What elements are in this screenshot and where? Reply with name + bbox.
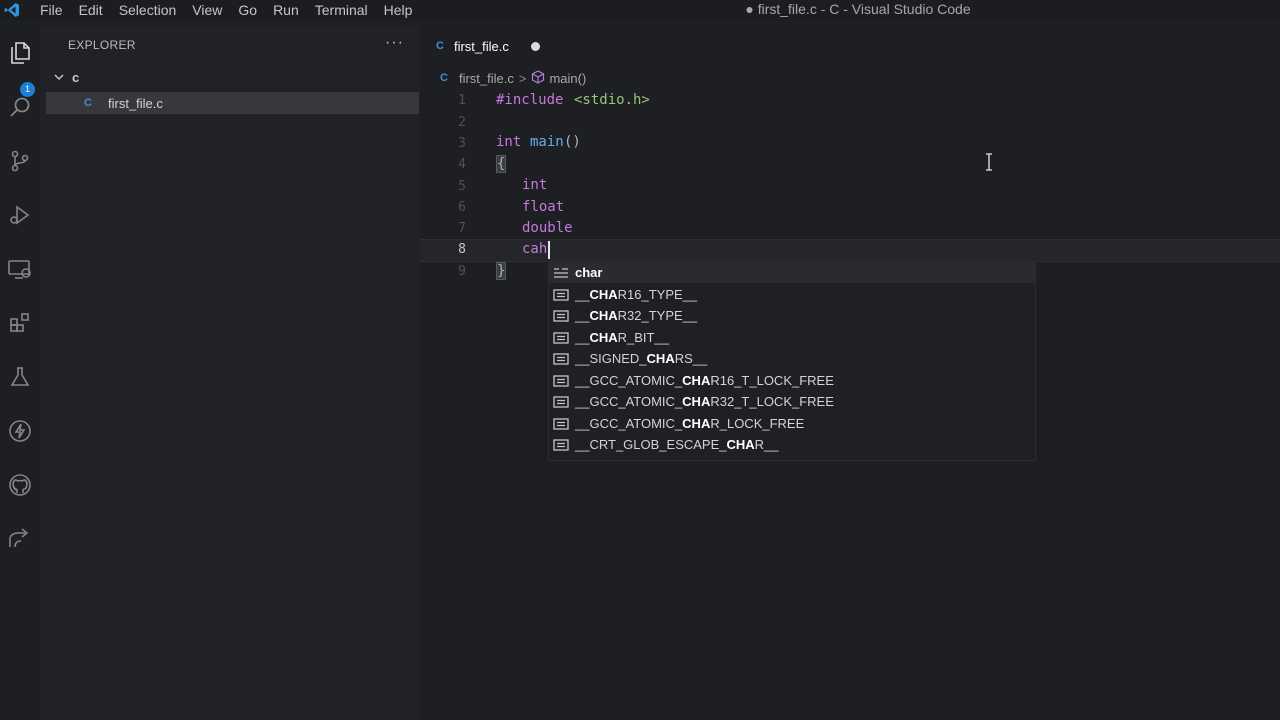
constant-icon (553, 438, 569, 451)
unsaved-dot-icon[interactable] (530, 41, 540, 51)
suggestion-suffix: R16_TYPE__ (617, 287, 698, 302)
code-close-brace: } (495, 262, 507, 280)
c-file-icon: C (436, 40, 444, 52)
code-include-header: <stdio.h> (574, 92, 650, 108)
run-debug-icon[interactable] (5, 200, 35, 230)
code-open-brace: { (495, 155, 507, 173)
folder-row[interactable]: c (40, 66, 420, 88)
remote-explorer-icon[interactable] (5, 254, 35, 284)
suggestion-match: CHA (589, 287, 618, 302)
suggestion-suffix: R_BIT__ (617, 330, 669, 345)
suggestion-item[interactable]: __GCC_ATOMIC_CHAR16_T_LOCK_FREE (549, 370, 1035, 391)
tab-first-file[interactable]: C first_file.c (420, 26, 556, 66)
suggestion-match: CHA (726, 437, 755, 452)
breadcrumb-file[interactable]: first_file.c (459, 71, 514, 86)
code-int: int (522, 177, 548, 193)
folder-label: c (72, 69, 80, 85)
title-bar: File Edit Selection View Go Run Terminal… (0, 0, 1280, 20)
suggestion-suffix: R__ (754, 437, 779, 452)
tab-bar: C first_file.c (420, 26, 1280, 66)
explorer-title: EXPLORER (68, 38, 136, 52)
suggestion-prefix: __GCC_ATOMIC_ (575, 373, 683, 388)
suggestion-suffix: R32_T_LOCK_FREE (710, 394, 834, 409)
suggestion-match: CHA (682, 373, 711, 388)
suggestion-prefix: __CRT_GLOB_ESCAPE_ (575, 437, 727, 452)
window-title: ● first_file.c - C - Visual Studio Code (745, 1, 971, 17)
suggestion-suffix: R32_TYPE__ (617, 308, 698, 323)
suggestion-match: CHA (646, 351, 675, 366)
suggestion-match: char (575, 265, 603, 280)
constant-icon (553, 352, 569, 365)
explorer-sidebar: EXPLORER ··· c C first_file.c (40, 26, 420, 720)
suggestion-prefix: __ (575, 330, 590, 345)
autocomplete-suggestions: char __CHAR16_TYPE__ __CHAR32_TYPE__ __C… (548, 261, 1036, 461)
function-cube-icon (531, 69, 545, 87)
line-number: 7 (458, 221, 466, 236)
code-function-name: main (530, 134, 564, 150)
file-item-first-file[interactable]: C first_file.c (46, 92, 419, 114)
suggestion-prefix: __GCC_ATOMIC_ (575, 416, 683, 431)
suggestion-prefix: __GCC_ATOMIC_ (575, 394, 683, 409)
more-actions-button[interactable]: ··· (385, 34, 404, 52)
suggestion-suffix: RS__ (674, 351, 708, 366)
code-typed-word: cah (522, 241, 548, 257)
suggestion-item[interactable]: __CHAR16_TYPE__ (549, 284, 1035, 305)
suggestion-prefix: __ (575, 308, 590, 323)
constant-icon (553, 309, 569, 322)
code-float: float (522, 199, 565, 215)
line-number: 1 (458, 93, 466, 108)
suggestion-match: CHA (682, 416, 711, 431)
file-label: first_file.c (108, 95, 163, 111)
chevron-down-icon (52, 70, 66, 84)
extensions-icon[interactable] (5, 308, 35, 338)
tab-label: first_file.c (453, 38, 509, 54)
constant-icon (553, 395, 569, 408)
line-number: 9 (458, 264, 466, 279)
suggestion-suffix: R16_T_LOCK_FREE (710, 373, 834, 388)
c-file-icon: C (84, 97, 92, 109)
breadcrumb: C first_file.c > main() (440, 68, 586, 88)
suggestion-prefix: __ (575, 287, 590, 302)
suggestion-match: CHA (589, 330, 618, 345)
suggestion-item[interactable]: __CHAR_BIT__ (549, 327, 1035, 348)
suggestion-item[interactable]: __CRT_GLOB_ESCAPE_CHAR__ (549, 434, 1035, 455)
suggestion-suffix: R_LOCK_FREE (710, 416, 805, 431)
constant-icon (553, 417, 569, 430)
code-include-directive: #include (496, 92, 564, 108)
code-double: double (522, 220, 573, 236)
github-icon[interactable] (5, 470, 35, 500)
c-file-icon: C (440, 72, 448, 84)
text-cursor (548, 241, 550, 259)
activity-bar: 1 (0, 26, 40, 720)
line-number: 2 (458, 115, 466, 130)
constant-icon (553, 331, 569, 344)
code-return-type: int (496, 134, 522, 150)
suggestion-prefix: __SIGNED_ (575, 351, 647, 366)
live-share-icon[interactable] (5, 524, 35, 554)
suggestion-item[interactable]: __GCC_ATOMIC_CHAR32_T_LOCK_FREE (549, 391, 1035, 412)
suggestion-item[interactable]: __CHAR32_TYPE__ (549, 305, 1035, 326)
code-parens: () (564, 134, 581, 150)
breadcrumb-separator: > (518, 70, 527, 86)
line-number-active: 8 (458, 242, 466, 257)
keyword-icon (553, 267, 569, 279)
suggestion-item[interactable]: char (549, 262, 1035, 283)
line-number: 6 (458, 200, 466, 215)
source-control-icon[interactable] (5, 146, 35, 176)
line-number: 3 (458, 136, 466, 151)
suggestion-match: CHA (682, 394, 711, 409)
search-icon[interactable] (5, 92, 35, 122)
constant-icon (553, 288, 569, 301)
files-icon[interactable] (5, 38, 35, 68)
line-number: 5 (458, 179, 466, 194)
suggestion-item[interactable]: __GCC_ATOMIC_CHAR_LOCK_FREE (549, 413, 1035, 434)
suggestion-item[interactable]: __SIGNED_CHARS__ (549, 348, 1035, 369)
suggestion-match: CHA (589, 308, 618, 323)
testing-icon[interactable] (5, 362, 35, 392)
constant-icon (553, 374, 569, 387)
lightning-icon[interactable] (5, 416, 35, 446)
breadcrumb-symbol[interactable]: main() (549, 71, 586, 86)
ibeam-cursor-icon (984, 153, 994, 171)
line-number: 4 (458, 157, 466, 172)
